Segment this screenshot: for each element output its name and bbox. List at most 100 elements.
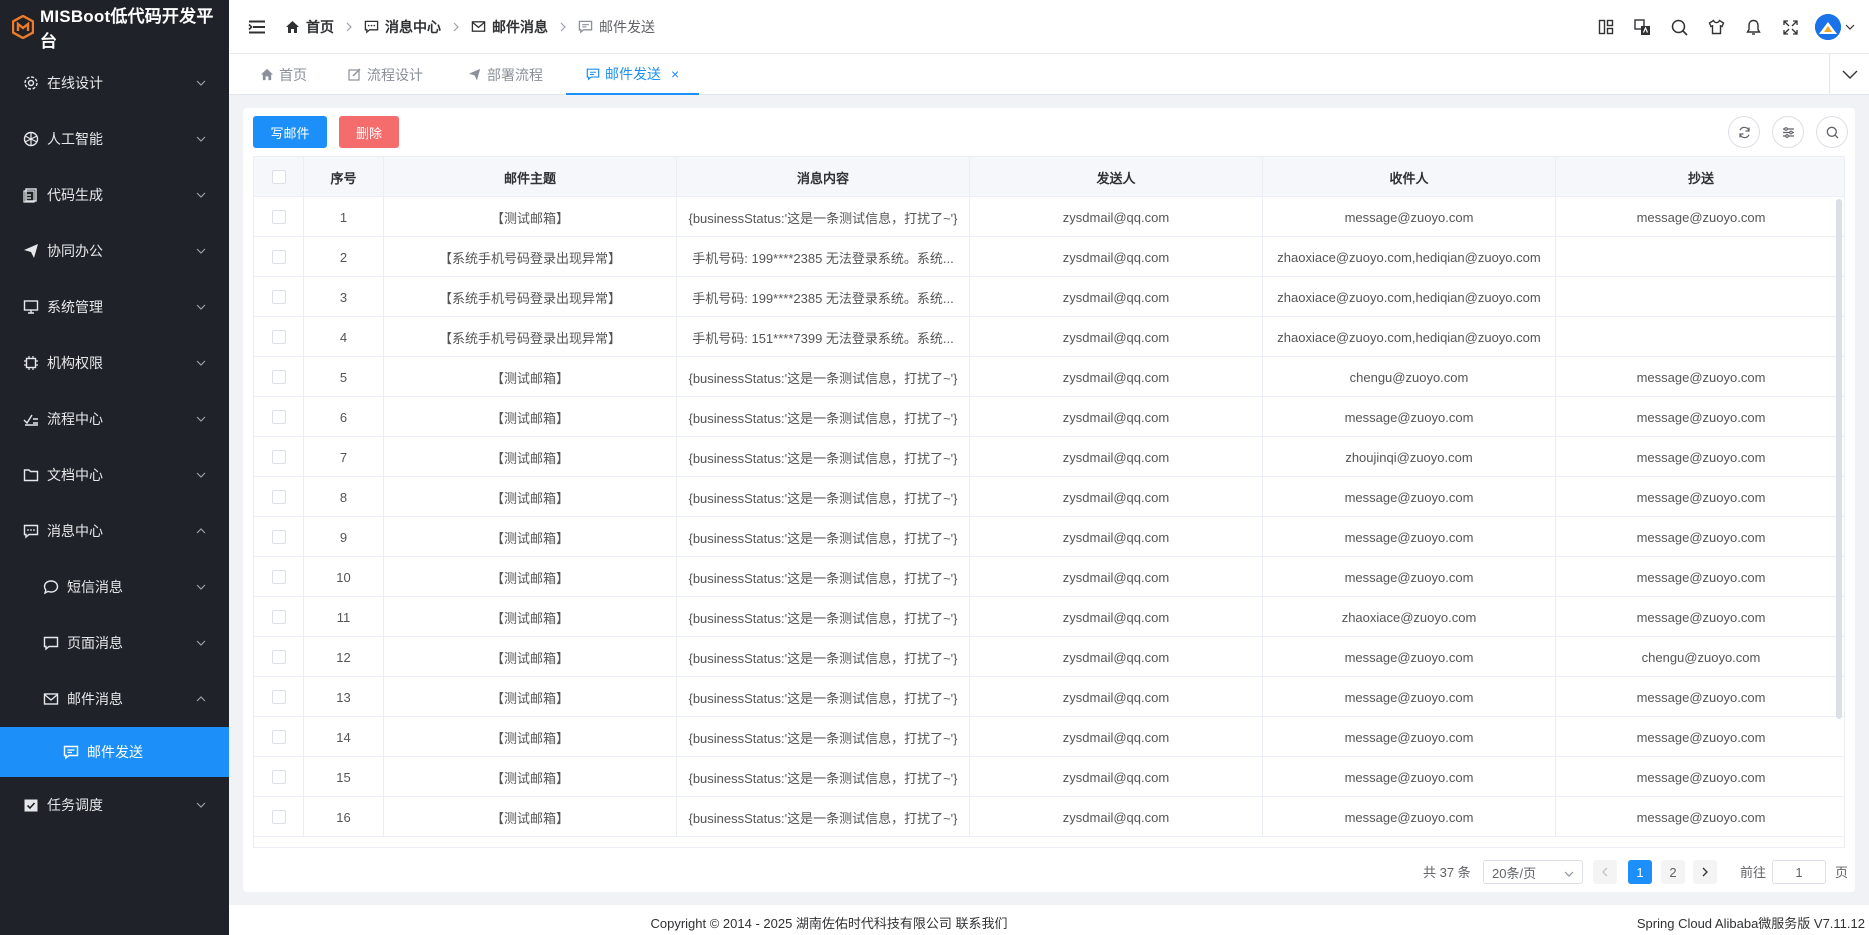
row-index: 6: [304, 397, 384, 437]
row-checkbox[interactable]: [271, 410, 286, 424]
sidebar-item-flow[interactable]: 流程中心: [0, 391, 229, 447]
app-title: MISBoot低代码开发平台: [40, 7, 214, 51]
row-checkbox[interactable]: [271, 570, 286, 584]
sidebar-item-mail-message[interactable]: 邮件消息: [0, 671, 229, 727]
layout-icon[interactable]: [1587, 0, 1624, 54]
chevron-down-icon: [195, 413, 207, 425]
search-icon[interactable]: [1661, 0, 1698, 54]
table-scrollbar[interactable]: [1836, 199, 1842, 719]
tabs-dropdown-icon[interactable]: [1829, 54, 1869, 95]
next-page-button[interactable]: [1693, 860, 1717, 884]
sidebar-item-scheduler[interactable]: 任务调度: [0, 777, 229, 833]
sidebar-item-collab[interactable]: 协同办公: [0, 223, 229, 279]
row-cc: [1556, 237, 1844, 277]
sidebar-item-code-gen[interactable]: 代码生成: [0, 167, 229, 223]
chevron-down-icon: [195, 301, 207, 313]
table-row[interactable]: 10 【测试邮箱】 {businessStatus:'这是一条测试信息，打扰了~'}…: [254, 557, 1844, 597]
table-row[interactable]: 12 【测试邮箱】 {businessStatus:'这是一条测试信息，打扰了~'}…: [254, 637, 1844, 677]
row-checkbox[interactable]: [271, 290, 286, 304]
table-row[interactable]: 3 【系统手机号码登录出现异常】 手机号码: 199****2385 无法登录系统。…: [254, 277, 1844, 317]
breadcrumb-item-message-center[interactable]: 消息中心: [364, 17, 441, 37]
row-checkbox[interactable]: [271, 370, 286, 384]
chevron-right-icon: [346, 22, 352, 32]
write-mail-button[interactable]: 写邮件: [253, 116, 327, 148]
row-checkbox[interactable]: [271, 650, 286, 664]
prev-page-button[interactable]: [1593, 860, 1617, 884]
logo[interactable]: MISBoot低代码开发平台: [0, 0, 229, 54]
bell-icon[interactable]: [1735, 0, 1772, 54]
page-size-select[interactable]: 20条/页: [1483, 860, 1583, 884]
row-checkbox[interactable]: [271, 210, 286, 224]
row-checkbox[interactable]: [271, 810, 286, 824]
table-row[interactable]: 5 【测试邮箱】 {businessStatus:'这是一条测试信息，打扰了~'} z…: [254, 357, 1844, 397]
goto-label: 前往: [1740, 864, 1767, 880]
table-row[interactable]: 4 【系统手机号码登录出现异常】 手机号码: 151****7399 无法登录系统。…: [254, 317, 1844, 357]
avatar[interactable]: [1815, 14, 1841, 40]
sidebar-item-page-message[interactable]: 页面消息: [0, 615, 229, 671]
row-checkbox[interactable]: [271, 770, 286, 784]
row-sender: zysdmail@qq.com: [970, 757, 1263, 797]
row-checkbox[interactable]: [271, 690, 286, 704]
table-row[interactable]: 7 【测试邮箱】 {businessStatus:'这是一条测试信息，打扰了~'} z…: [254, 437, 1844, 477]
table-row[interactable]: 9 【测试邮箱】 {businessStatus:'这是一条测试信息，打扰了~'} z…: [254, 517, 1844, 557]
table-row[interactable]: 14 【测试邮箱】 {businessStatus:'这是一条测试信息，打扰了~'}…: [254, 717, 1844, 757]
row-subject: 【测试邮箱】: [384, 597, 677, 637]
table-row[interactable]: 1 【测试邮箱】 {businessStatus:'这是一条测试信息，打扰了~'} z…: [254, 197, 1844, 237]
chevron-up-icon: [195, 693, 207, 705]
table-row[interactable]: 6 【测试邮箱】 {businessStatus:'这是一条测试信息，打扰了~'} z…: [254, 397, 1844, 437]
breadcrumb-item-home[interactable]: 首页: [285, 17, 334, 37]
row-recipient: message@zuoyo.com: [1263, 677, 1556, 717]
row-checkbox[interactable]: [271, 490, 286, 504]
sidebar-item-sms[interactable]: 短信消息: [0, 559, 229, 615]
columns-settings-icon[interactable]: [1772, 116, 1804, 148]
sidebar-item-org[interactable]: 机构权限: [0, 335, 229, 391]
fullscreen-icon[interactable]: [1772, 0, 1809, 54]
row-checkbox[interactable]: [271, 330, 286, 344]
row-checkbox[interactable]: [271, 610, 286, 624]
select-all-checkbox[interactable]: [271, 170, 286, 184]
goto-page-input[interactable]: 1: [1772, 860, 1826, 884]
table-row[interactable]: 13 【测试邮箱】 {businessStatus:'这是一条测试信息，打扰了~'}…: [254, 677, 1844, 717]
refresh-icon[interactable]: [1728, 116, 1760, 148]
table-row[interactable]: 16 【测试邮箱】 {businessStatus:'这是一条测试信息，打扰了~'}…: [254, 797, 1844, 837]
menu-toggle-icon[interactable]: [229, 0, 285, 54]
folder-icon: [22, 466, 40, 484]
sidebar-item-online-design[interactable]: 在线设计: [0, 55, 229, 111]
table-row[interactable]: 8 【测试邮箱】 {businessStatus:'这是一条测试信息，打扰了~'} z…: [254, 477, 1844, 517]
sidebar-item-message-center[interactable]: 消息中心: [0, 503, 229, 559]
pagination-total: 共 37 条: [1423, 864, 1471, 880]
sidebar-item-mail-send[interactable]: 邮件发送: [0, 727, 229, 777]
sidebar-item-system[interactable]: 系统管理: [0, 279, 229, 335]
row-recipient: message@zuoyo.com: [1263, 797, 1556, 837]
page-2-button[interactable]: 2: [1661, 860, 1685, 884]
page-1-button[interactable]: 1: [1628, 860, 1652, 884]
row-checkbox[interactable]: [271, 450, 286, 464]
table-row[interactable]: 11 【测试邮箱】 {businessStatus:'这是一条测试信息，打扰了~'}…: [254, 597, 1844, 637]
tab-label: 首页: [279, 66, 307, 83]
row-sender: zysdmail@qq.com: [970, 597, 1263, 637]
translate-icon[interactable]: [1624, 0, 1661, 54]
row-index: 14: [304, 717, 384, 757]
row-checkbox[interactable]: [271, 250, 286, 264]
tab-mail-send[interactable]: 邮件发送 ×: [566, 54, 700, 95]
sidebar-item-ai[interactable]: 人工智能: [0, 111, 229, 167]
row-checkbox[interactable]: [271, 530, 286, 544]
breadcrumb-item-mail-message[interactable]: 邮件消息: [471, 17, 548, 37]
chevron-down-icon: [195, 581, 207, 593]
delete-button[interactable]: 删除: [339, 116, 399, 148]
sidebar: MISBoot低代码开发平台 在线设计 人工智能 代码生成 协同办公 系统管理: [0, 0, 229, 935]
sidebar-item-docs[interactable]: 文档中心: [0, 447, 229, 503]
table-row[interactable]: 2 【系统手机号码登录出现异常】 手机号码: 199****2385 无法登录系统。…: [254, 237, 1844, 277]
edit-icon: [348, 68, 362, 82]
row-content: {businessStatus:'这是一条测试信息，打扰了~'}: [677, 717, 970, 757]
theme-shirt-icon[interactable]: [1698, 0, 1735, 54]
row-checkbox[interactable]: [271, 730, 286, 744]
chevron-down-icon[interactable]: [1845, 24, 1855, 30]
tab-home[interactable]: 首页: [260, 54, 307, 95]
tab-deploy-flow[interactable]: 部署流程: [468, 54, 543, 95]
close-icon[interactable]: ×: [671, 66, 679, 82]
row-cc: [1556, 277, 1844, 317]
tab-flow-design[interactable]: 流程设计: [348, 54, 423, 95]
search-icon[interactable]: [1816, 116, 1848, 148]
table-row[interactable]: 15 【测试邮箱】 {businessStatus:'这是一条测试信息，打扰了~'}…: [254, 757, 1844, 797]
